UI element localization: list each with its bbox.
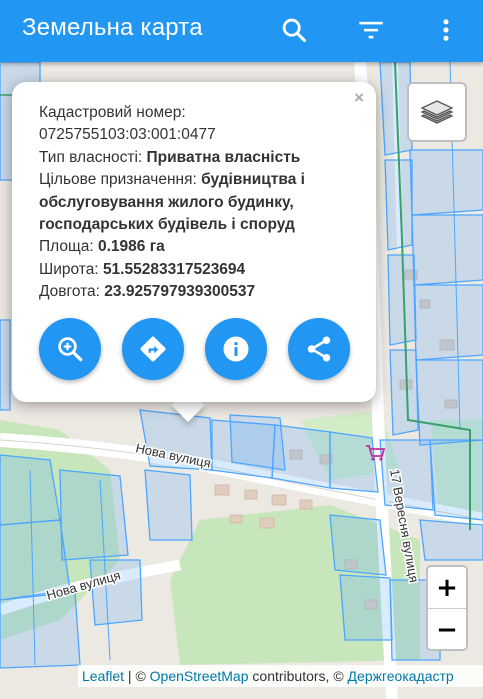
osm-link[interactable]: OpenStreetMap xyxy=(150,668,249,684)
layers-button[interactable] xyxy=(407,82,467,142)
zoom-control: + − xyxy=(426,565,468,651)
leaflet-link[interactable]: Leaflet xyxy=(82,668,124,684)
cadastral-value: 0725755103:03:001:0477 xyxy=(39,126,216,144)
purpose-line-2: обслуговування жилого будинку, xyxy=(39,193,294,211)
zoom-out-button[interactable]: − xyxy=(428,609,466,650)
search-icon[interactable] xyxy=(278,14,310,46)
purpose-label: Цільове призначення: xyxy=(39,171,197,189)
dzk-link[interactable]: Держгеокадастр xyxy=(348,668,454,684)
info-button[interactable] xyxy=(205,318,267,380)
ownership-value: Приватна власність xyxy=(146,148,301,166)
longitude-label: Довгота: xyxy=(39,283,100,301)
purpose-line-3: господарських будівель і споруд xyxy=(39,216,295,234)
longitude-row: Довгота: 23.925797939300537 xyxy=(39,281,359,303)
parcel-popup: × Кадастровий номер: 0725755103:03:001:0… xyxy=(12,82,376,402)
area-label: Площа: xyxy=(39,238,94,256)
directions-button[interactable] xyxy=(122,318,184,380)
area-row: Площа: 0.1986 га xyxy=(39,236,359,258)
purpose-line-3-row: господарських будівель і споруд xyxy=(39,214,359,236)
cadastral-label: Кадастровий номер: xyxy=(39,104,186,121)
zoom-in-icon xyxy=(58,337,83,362)
map-attribution: Leaflet | © OpenStreetMap contributors, … xyxy=(78,665,483,687)
share-icon xyxy=(307,336,331,362)
popup-actions xyxy=(39,318,351,382)
latitude-label: Широта: xyxy=(39,260,99,278)
filter-icon[interactable] xyxy=(355,14,387,46)
zoom-to-parcel-button[interactable] xyxy=(39,318,101,380)
ownership-row: Тип власності: Приватна власність xyxy=(39,147,359,169)
parcel-info: Кадастровий номер: 0725755103:03:001:047… xyxy=(39,102,359,304)
info-icon xyxy=(223,336,249,362)
purpose-line-2-row: обслуговування жилого будинку, xyxy=(39,192,359,214)
longitude-value: 23.925797939300537 xyxy=(104,283,256,301)
app-title: Земельна карта xyxy=(22,14,203,41)
area-value: 0.1986 га xyxy=(97,238,165,256)
purpose-line-1: будівництва і xyxy=(201,171,305,189)
latitude-row: Широта: 51.55283317523694 xyxy=(39,259,359,281)
attribution-contributors: contributors, © xyxy=(248,668,348,684)
zoom-in-button[interactable]: + xyxy=(428,567,466,609)
app-bar: Земельна карта xyxy=(0,0,483,62)
directions-icon xyxy=(140,336,166,362)
attribution-separator: | © xyxy=(124,668,150,684)
more-vert-icon[interactable] xyxy=(430,14,462,46)
share-button[interactable] xyxy=(288,318,350,380)
layers-icon xyxy=(420,100,454,124)
latitude-value: 51.55283317523694 xyxy=(102,260,246,278)
purpose-row: Цільове призначення: будівництва і xyxy=(39,169,359,191)
ownership-label: Тип власності: xyxy=(39,148,143,166)
